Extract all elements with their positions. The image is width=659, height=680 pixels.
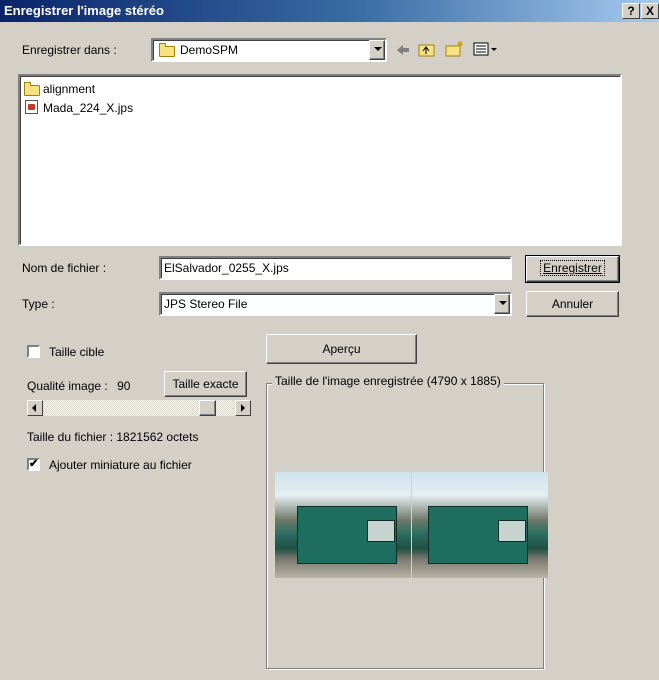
folder-icon [24, 82, 40, 96]
save-button-label: Enregistrer [540, 260, 605, 276]
quality-label: Qualité image : 90 [27, 379, 130, 393]
thumbnail-checkbox[interactable]: ✔ [27, 458, 40, 471]
list-item-label: alignment [43, 82, 96, 96]
preview-button[interactable]: Aperçu [266, 334, 417, 364]
cancel-button[interactable]: Annuler [526, 291, 619, 317]
list-item-label: Mada_224_X.jps [43, 101, 134, 115]
slider-right-arrow[interactable] [235, 400, 251, 416]
thumbnail-label: Ajouter miniature au fichier [49, 458, 192, 472]
quality-slider[interactable] [27, 399, 253, 417]
check-mark-icon: ✔ [29, 458, 39, 470]
left-image [275, 472, 411, 578]
type-dropdown-button[interactable] [494, 294, 510, 314]
filename-value: ElSalvador_0255_X.jps [164, 261, 289, 275]
type-label: Type : [22, 297, 55, 311]
back-icon[interactable] [394, 42, 412, 58]
slider-left-arrow[interactable] [27, 400, 43, 416]
window-title: Enregistrer l'image stéréo [4, 3, 164, 18]
title-bar: Enregistrer l'image stéréo ? X [0, 0, 659, 22]
new-folder-icon[interactable] [445, 40, 465, 58]
view-menu-icon[interactable] [473, 41, 499, 57]
stereo-preview-image [275, 472, 548, 578]
filename-input[interactable]: ElSalvador_0255_X.jps [159, 256, 512, 280]
quality-value: 90 [117, 379, 131, 393]
file-list[interactable]: alignment Mada_224_X.jps [18, 74, 622, 246]
filename-label: Nom de fichier : [22, 261, 107, 275]
quality-label-text: Qualité image : [27, 379, 108, 393]
up-folder-icon[interactable] [418, 41, 436, 57]
target-size-label: Taille cible [49, 345, 105, 359]
file-size-text: Taille du fichier : 1821562 octets [27, 430, 199, 444]
exact-size-button[interactable]: Taille exacte [164, 371, 247, 397]
right-image [412, 472, 548, 578]
type-value: JPS Stereo File [164, 297, 248, 311]
help-button[interactable]: ? [622, 3, 640, 19]
save-in-value: DemoSPM [180, 43, 239, 57]
list-item[interactable]: alignment [24, 81, 224, 97]
windshield [367, 520, 395, 542]
folder-icon [159, 43, 175, 57]
type-combobox[interactable]: JPS Stereo File [159, 292, 512, 316]
slider-thumb[interactable] [199, 400, 216, 416]
save-in-dropdown-button[interactable] [369, 40, 385, 60]
close-button[interactable]: X [641, 3, 659, 19]
save-in-combobox[interactable]: DemoSPM [151, 38, 387, 62]
preview-group-label: Taille de l'image enregistrée (4790 x 18… [272, 374, 504, 388]
save-button[interactable]: Enregistrer [525, 255, 620, 283]
save-in-label: Enregistrer dans : [22, 43, 117, 57]
list-item[interactable]: Mada_224_X.jps [24, 99, 224, 115]
image-file-icon [25, 100, 38, 114]
target-size-checkbox[interactable] [27, 345, 40, 358]
windshield [498, 520, 526, 542]
